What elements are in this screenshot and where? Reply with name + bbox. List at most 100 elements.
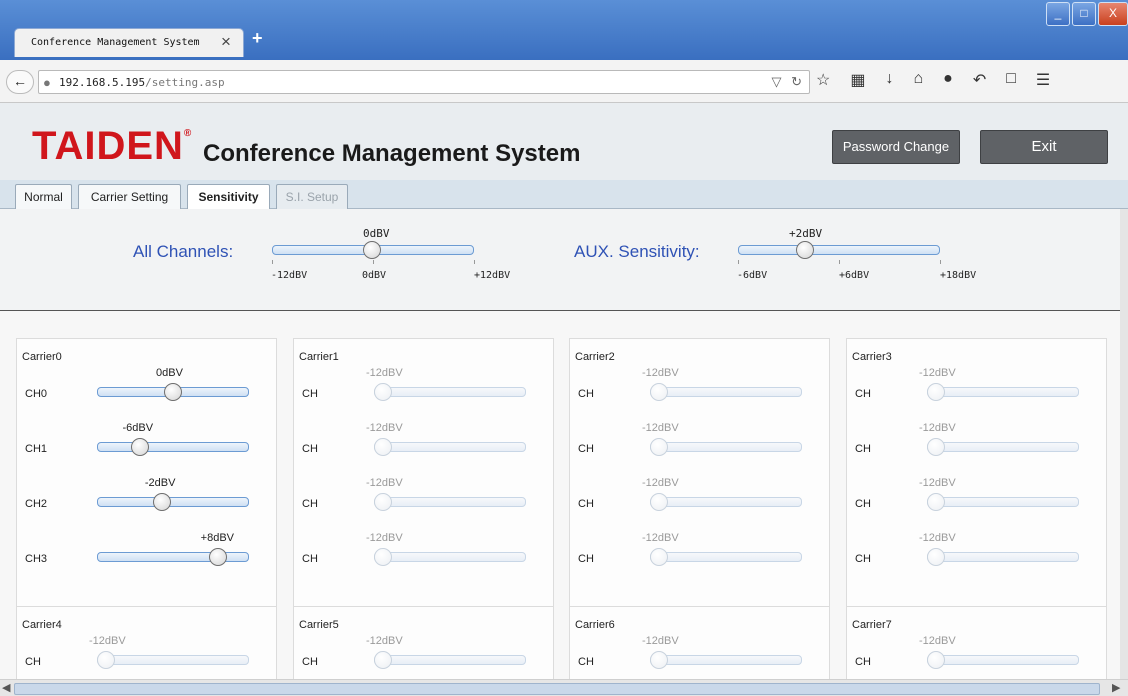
aux-tick-label-mid: +6dBV [839,270,870,281]
channel-slider-thumb[interactable] [208,548,227,566]
channel-value: -12dBV [919,367,956,379]
channel-value: -6dBV [122,422,154,434]
carrier-title: Carrier1 [299,351,339,363]
aux-sensitivity-slider-track[interactable] [738,245,940,255]
aux-tick-min [738,260,739,264]
section-divider [0,310,1120,311]
channel-label: CH [578,443,594,455]
channel-slider-thumb [374,493,392,511]
channel-label: CH [302,553,318,565]
carrier-title: Carrier3 [852,351,892,363]
aux-tick-label-min: -6dBV [737,270,768,281]
channel-slider-thumb[interactable] [164,383,182,401]
home-icon[interactable]: ⌂ [913,70,923,90]
all-channels-tick-label-min: -12dBV [271,270,308,281]
channel-slider-thumb[interactable] [130,438,149,456]
channel-slider-track [927,497,1079,507]
channel-label: CH [302,388,318,400]
tab-carrier-setting[interactable]: Carrier Setting [78,184,181,209]
page-title: Conference Management System [203,140,581,167]
channel-value: -12dBV [642,477,679,489]
browser-tab-title: Conference Management System [31,37,200,48]
channel-slider-track [374,655,526,665]
channel-value: -2dBV [144,477,176,489]
exit-button[interactable]: Exit [980,130,1108,164]
channel-label: CH3 [25,553,48,565]
address-bar[interactable]: ● 192.168.5.195/setting.asp ▽ ↻ [38,70,810,94]
bookmark-star-icon[interactable]: ☆ [816,70,830,90]
channel-slider-thumb [650,548,668,566]
carrier-title: Carrier0 [22,351,62,363]
channel-value: -12dBV [919,477,956,489]
reading-list-icon[interactable]: ▦ [850,70,865,90]
undo-icon[interactable]: ↶ [973,70,986,90]
channel-slider-track [374,552,526,562]
channel-value: +8dBV [200,532,234,544]
tab-normal[interactable]: Normal [15,184,72,209]
horizontal-scroll-thumb[interactable] [14,683,1100,695]
reload-icon[interactable]: ▽ ↻ [771,74,805,90]
channel-slider-track [927,387,1079,397]
channel-value: -12dBV [642,635,679,647]
channel-label: CH [578,656,594,668]
channel-label: CH [855,553,871,565]
channel-label: CH [302,498,318,510]
channel-slider-thumb [650,383,668,401]
all-channels-tick-max [474,260,475,264]
carrier-card: Carrier0 0dBV CH0 -6dBV CH1 -2dBV CH2 +8dBV CH3 [16,338,277,608]
all-channels-tick-label-max: +12dBV [474,270,511,281]
channel-slider-thumb [374,383,392,401]
vertical-scrollbar[interactable] [1120,209,1128,679]
maximize-icon[interactable]: □ [1072,2,1096,26]
aux-sensitivity-value: +2dBV [789,227,823,240]
tab-sensitivity[interactable]: Sensitivity [187,184,270,210]
screenshot-icon[interactable]: □ [1006,70,1016,90]
channel-label: CH [578,388,594,400]
browser-navbar: ← ● 192.168.5.195/setting.asp ▽ ↻ ☆ ▦ ↓ … [0,60,1128,103]
channel-value: -12dBV [366,532,403,544]
menu-icon[interactable]: ☰ [1036,70,1050,90]
channel-slider-track [374,387,526,397]
close-tab-icon[interactable]: × [221,32,231,52]
channel-label: CH [302,443,318,455]
password-change-button[interactable]: Password Change [832,130,960,164]
all-channels-slider-thumb[interactable] [363,241,381,259]
channel-slider-thumb [927,493,945,511]
channel-slider-thumb[interactable] [152,493,171,511]
new-tab-button[interactable]: + [252,28,263,49]
channel-slider-track [650,442,802,452]
download-icon[interactable]: ↓ [885,70,893,90]
horizontal-scrollbar[interactable]: ◀ ▶ [0,679,1128,696]
chat-icon[interactable]: ● [943,70,953,90]
channel-value: -12dBV [642,532,679,544]
scroll-left-arrow-icon[interactable]: ◀ [2,681,10,694]
carrier-title: Carrier6 [575,619,615,631]
channel-value: -12dBV [919,635,956,647]
channel-label: CH [578,498,594,510]
channel-label: CH [855,388,871,400]
scroll-right-arrow-icon[interactable]: ▶ [1112,681,1120,694]
globe-icon: ● [43,75,51,90]
tab-si-setup: S.I. Setup [276,184,348,209]
carrier-card: Carrier3 -12dBV CH -12dBV CH -12dBV CH -12dBV CH [846,338,1107,608]
channel-label: CH1 [25,443,48,455]
channel-slider-track [650,552,802,562]
channel-slider-track [374,442,526,452]
channel-slider-thumb [650,438,668,456]
back-arrow-icon[interactable]: ← [6,70,34,94]
carrier-title: Carrier5 [299,619,339,631]
all-channels-label: All Channels: [133,242,234,261]
browser-tab[interactable]: Conference Management System × [14,28,244,57]
close-window-icon[interactable]: X [1098,2,1128,26]
channel-slider-thumb [927,651,945,669]
browser-titlebar: Conference Management System × + _ □ X [0,0,1128,60]
channel-label: CH [25,656,41,668]
sensitivity-panel: All Channels: 0dBV -12dBV 0dBV +12dBV AU… [0,209,1120,679]
aux-sensitivity-slider-thumb[interactable] [795,241,814,259]
channel-value: -12dBV [366,635,403,647]
channel-slider-track [927,552,1079,562]
channel-label: CH [855,498,871,510]
channel-slider-track[interactable] [97,497,249,507]
minimize-icon[interactable]: _ [1046,2,1070,26]
channel-slider-track[interactable] [97,442,249,452]
